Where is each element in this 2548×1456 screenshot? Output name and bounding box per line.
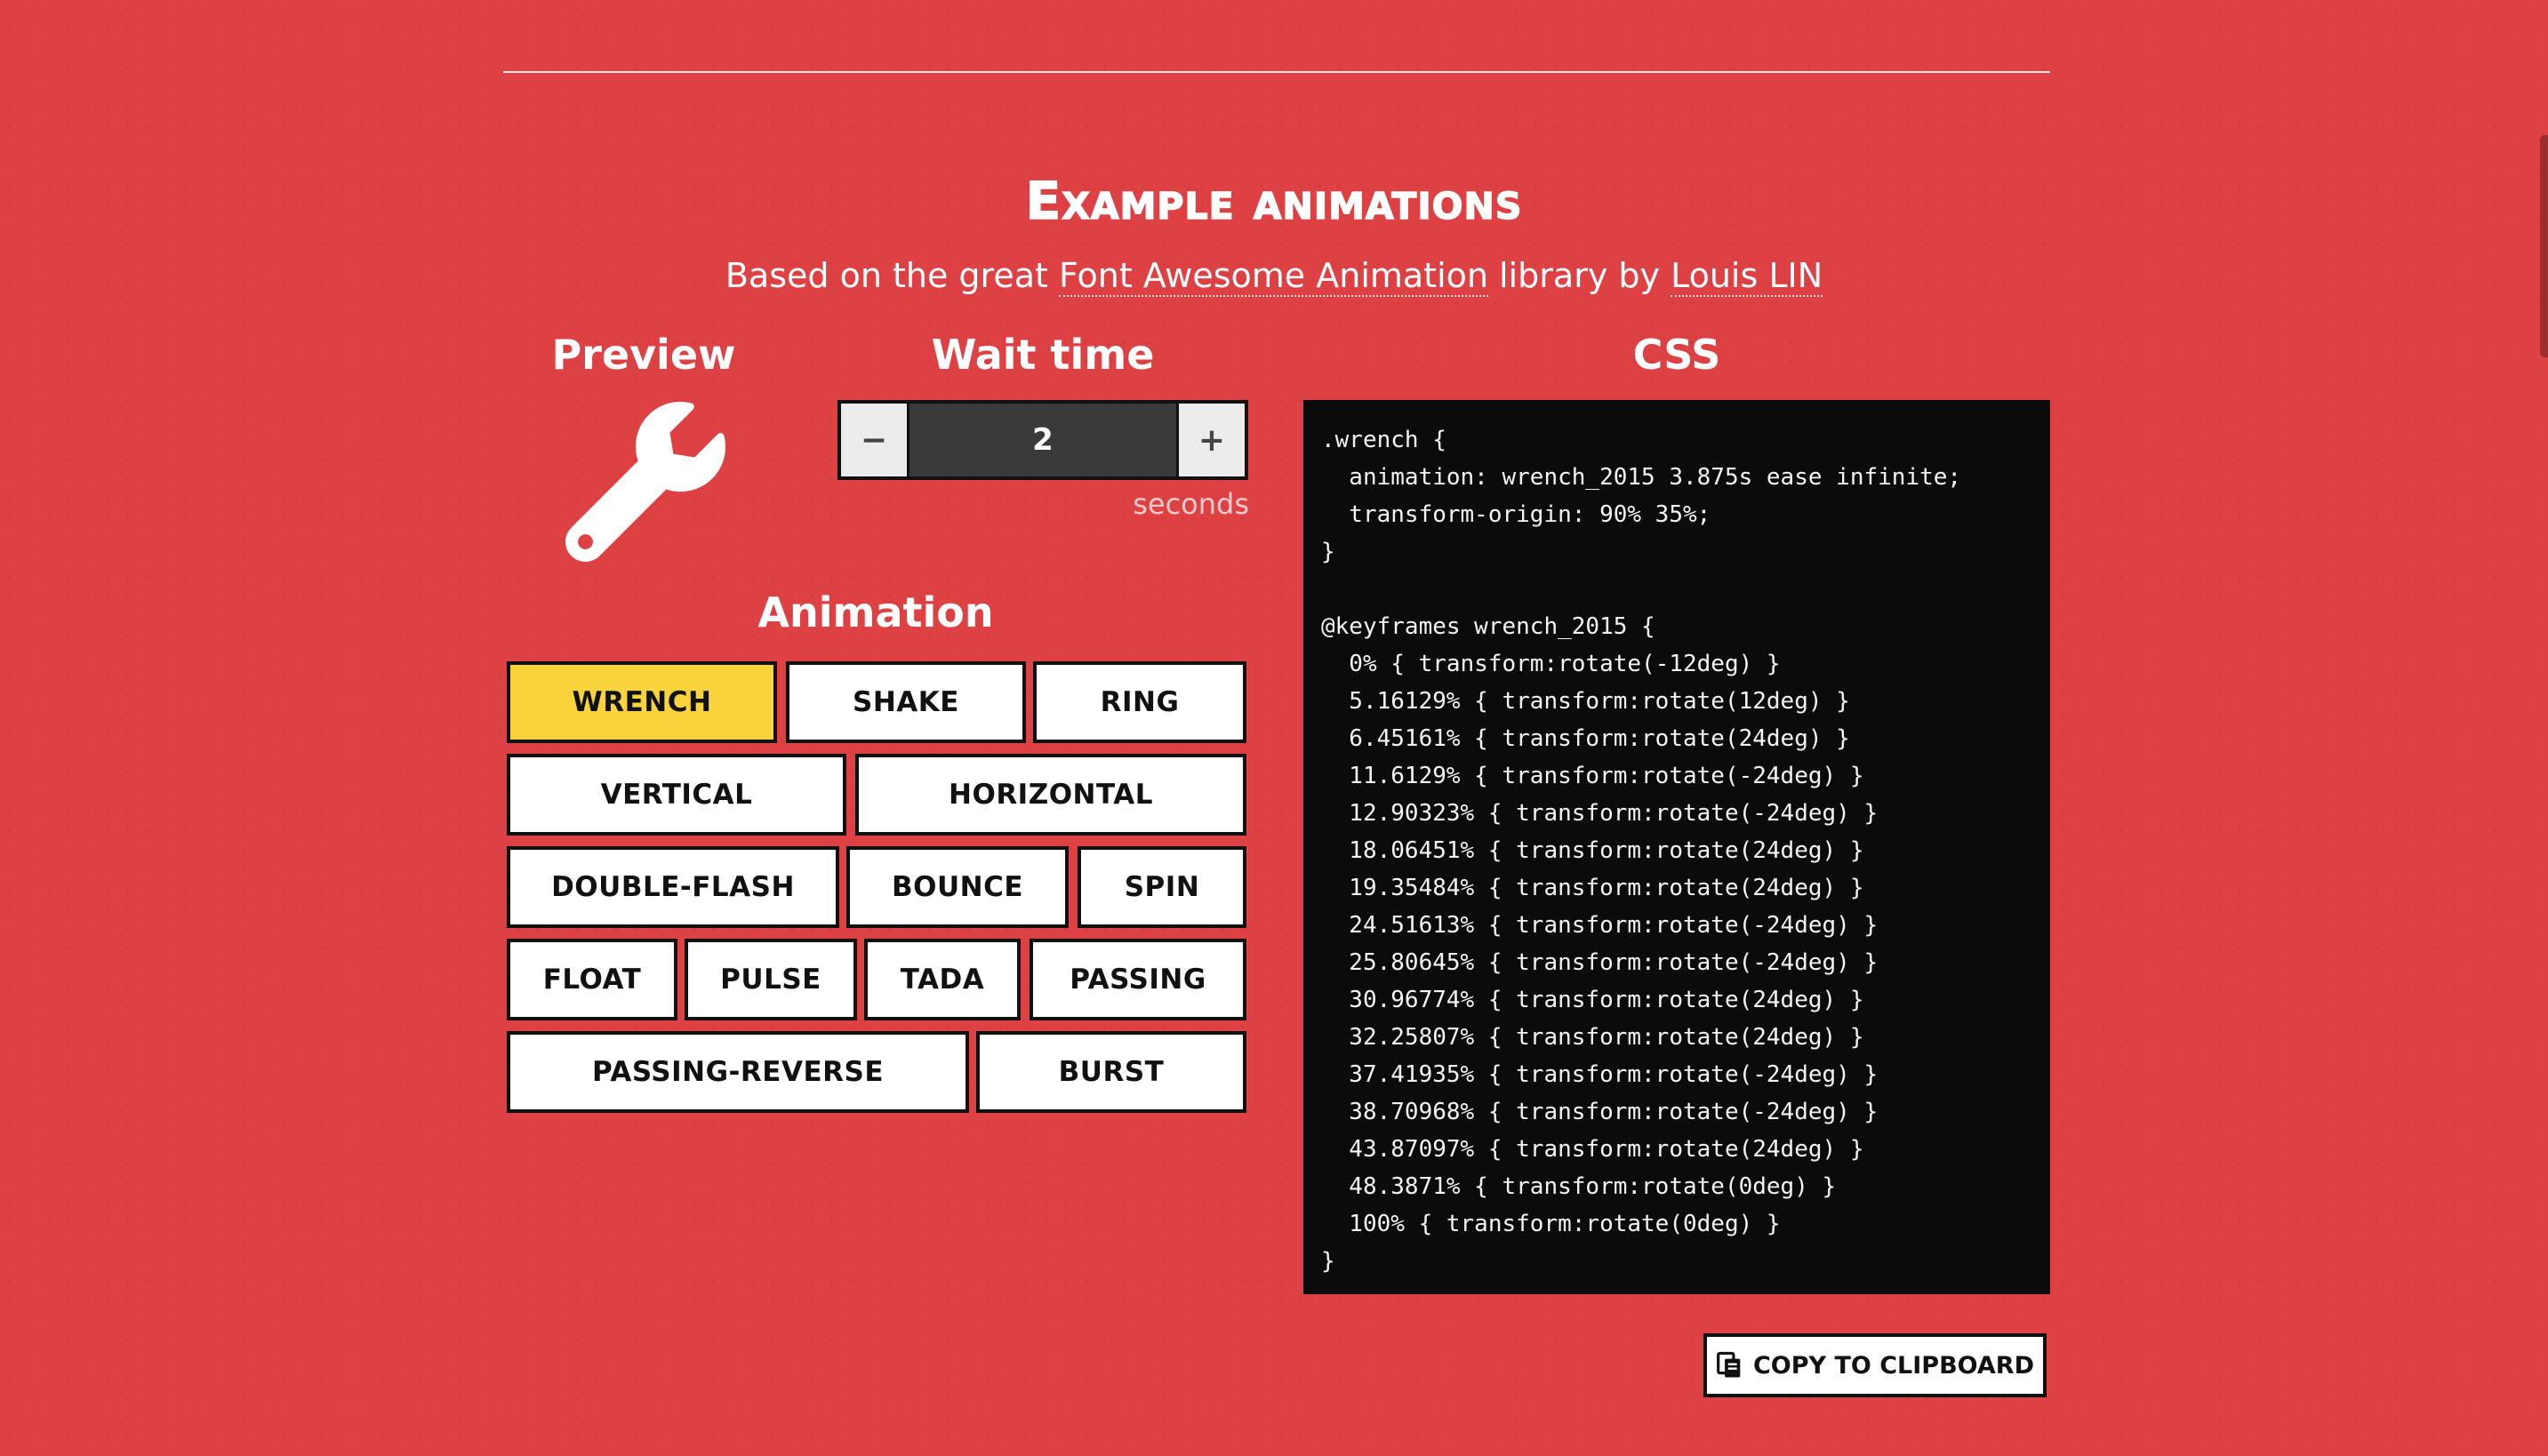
copy-button-label: COPY TO CLIPBOARD bbox=[1752, 1351, 2035, 1380]
section-title: Example animations bbox=[1025, 170, 1523, 232]
code-line: 0% { transform:rotate(-12deg) } bbox=[1321, 651, 1781, 677]
animation-button-pulse[interactable]: PULSE bbox=[685, 939, 857, 1020]
code-line: 24.51613% { transform:rotate(-24deg) } bbox=[1321, 912, 1879, 939]
animation-button-wrench[interactable]: WRENCH bbox=[507, 661, 777, 743]
css-heading: CSS bbox=[1632, 331, 1721, 379]
subtitle-mid: library by bbox=[1487, 256, 1671, 295]
top-divider bbox=[503, 71, 2050, 73]
animation-button-shake[interactable]: SHAKE bbox=[786, 661, 1026, 743]
code-line: 37.41935% { transform:rotate(-24deg) } bbox=[1321, 1061, 1879, 1088]
animation-button-passing-reverse[interactable]: PASSING-REVERSE bbox=[507, 1031, 969, 1113]
code-line: 19.35484% { transform:rotate(24deg) } bbox=[1321, 875, 1864, 901]
code-line: 25.80645% { transform:rotate(-24deg) } bbox=[1321, 949, 1879, 976]
code-line: 30.96774% { transform:rotate(24deg) } bbox=[1321, 987, 1864, 1013]
animation-button-ring[interactable]: RING bbox=[1033, 661, 1246, 743]
code-line: 48.3871% { transform:rotate(0deg) } bbox=[1321, 1173, 1837, 1200]
animation-button-bounce[interactable]: BOUNCE bbox=[846, 846, 1069, 928]
font-awesome-animation-link[interactable]: Font Awesome Animation bbox=[1058, 256, 1488, 297]
increment-button[interactable]: + bbox=[1179, 404, 1245, 476]
section-subtitle: Based on the great Font Awesome Animatio… bbox=[0, 256, 2548, 297]
code-line: 43.87097% { transform:rotate(24deg) } bbox=[1321, 1136, 1864, 1163]
code-line: 32.25807% { transform:rotate(24deg) } bbox=[1321, 1024, 1864, 1051]
animation-button-double-flash[interactable]: DOUBLE-FLASH bbox=[507, 846, 839, 928]
scrollbar-thumb[interactable] bbox=[2540, 135, 2548, 357]
subtitle-prefix: Based on the great bbox=[725, 256, 1059, 295]
animation-button-horizontal[interactable]: HORIZONTAL bbox=[855, 754, 1246, 836]
code-line: 100% { transform:rotate(0deg) } bbox=[1321, 1211, 1781, 1237]
louis-lin-link[interactable]: Louis LIN bbox=[1671, 256, 1823, 297]
code-line: transform-origin: 90% 35%; bbox=[1321, 501, 1711, 528]
copy-to-clipboard-button[interactable]: COPY TO CLIPBOARD bbox=[1703, 1333, 2047, 1397]
code-line: 5.16129% { transform:rotate(12deg) } bbox=[1321, 688, 1850, 715]
wait-time-heading: Wait time bbox=[931, 331, 1155, 379]
preview-heading: Preview bbox=[551, 331, 736, 379]
animation-button-burst[interactable]: BURST bbox=[976, 1031, 1246, 1113]
decrement-button[interactable]: − bbox=[841, 404, 907, 476]
animation-button-passing[interactable]: PASSING bbox=[1030, 939, 1246, 1020]
code-line: 18.06451% { transform:rotate(24deg) } bbox=[1321, 837, 1864, 864]
css-code-block[interactable]: .wrench { animation: wrench_2015 3.875s … bbox=[1303, 400, 2050, 1294]
animation-button-spin[interactable]: SPIN bbox=[1078, 846, 1246, 928]
code-line: 12.90323% { transform:rotate(-24deg) } bbox=[1321, 800, 1879, 827]
code-line: animation: wrench_2015 3.875s ease infin… bbox=[1321, 464, 1962, 491]
animation-heading: Animation bbox=[757, 588, 994, 636]
code-line: 38.70968% { transform:rotate(-24deg) } bbox=[1321, 1099, 1879, 1125]
wait-time-units: seconds bbox=[1133, 487, 1249, 521]
code-line: 6.45161% { transform:rotate(24deg) } bbox=[1321, 725, 1850, 752]
animation-button-tada[interactable]: TADA bbox=[864, 939, 1021, 1020]
clipboard-icon bbox=[1717, 1351, 1741, 1378]
wait-time-stepper: − 2 + bbox=[837, 400, 1248, 480]
code-line: @keyframes wrench_2015 { bbox=[1321, 613, 1655, 640]
code-line: .wrench { bbox=[1321, 427, 1446, 453]
wait-time-value[interactable]: 2 bbox=[907, 404, 1179, 476]
code-line: } bbox=[1321, 539, 1335, 565]
animation-button-float[interactable]: FLOAT bbox=[507, 939, 677, 1020]
wrench-icon bbox=[565, 402, 725, 562]
code-line: } bbox=[1321, 1248, 1335, 1275]
code-line: 11.6129% { transform:rotate(-24deg) } bbox=[1321, 763, 1864, 789]
animation-button-vertical[interactable]: VERTICAL bbox=[507, 754, 846, 836]
